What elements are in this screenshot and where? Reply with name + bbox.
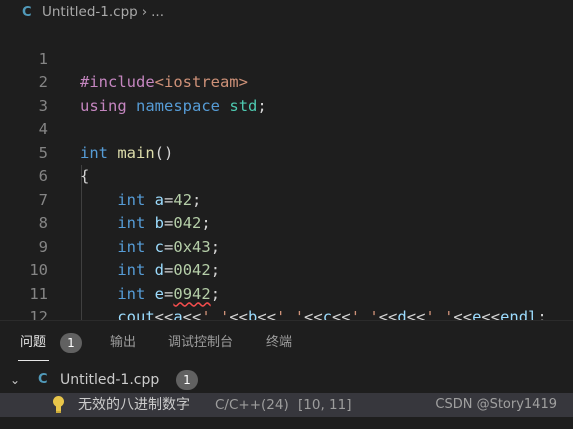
problems-count-badge: 1 (60, 333, 82, 353)
code-line: 10 int e=0942; (0, 236, 573, 303)
panel-tabs: 问题 1 输出 调试控制台 终端 (0, 321, 573, 365)
breadcrumb-file[interactable]: Untitled-1.cpp (42, 4, 138, 20)
code-line: 13 } (0, 306, 573, 320)
code-line: 2 using namespace std; (0, 48, 573, 115)
code-line: 5 { (0, 118, 573, 186)
code-line: 11 cout<<a<<' '<<b<<' '<<c<<' '<<d<<' '<… (0, 259, 573, 321)
tab-output[interactable]: 输出 (110, 333, 136, 353)
code-line: 9 int d=0042; (0, 212, 573, 280)
active-tab-indicator (18, 360, 49, 361)
tab-terminal[interactable]: 终端 (266, 333, 292, 353)
tab-output-label: 输出 (110, 335, 137, 350)
code-line: 1 #include<iostream> (0, 24, 573, 92)
problem-source: C/C++(24) (215, 397, 289, 413)
code-line: 12 return 0; (0, 283, 573, 320)
cpp-file-icon: C (22, 4, 32, 20)
breadcrumb-chevron-icon: › (141, 4, 148, 20)
code-line: 6 int a=42; (0, 142, 573, 209)
problem-position: [10, 11] (298, 397, 352, 413)
tab-debug-console[interactable]: 调试控制台 (168, 333, 233, 353)
problem-file-row[interactable]: ⌄ C Untitled-1.cpp 1 (0, 368, 573, 392)
chevron-down-icon[interactable]: ⌄ (10, 368, 20, 392)
breadcrumb-more[interactable]: ... (151, 4, 164, 20)
watermark: CSDN @Story1419 (435, 397, 557, 412)
tab-terminal-label: 终端 (266, 335, 293, 350)
code-line: 8 int c=0x43; (0, 189, 573, 256)
code-line: 4 int main() (0, 95, 573, 162)
cpp-file-icon: C (38, 372, 48, 387)
problem-message: 无效的八进制数字 (78, 397, 190, 413)
code-line: 7 int b=042; (0, 165, 573, 233)
breadcrumb: C Untitled-1.cpp › ... (0, 0, 573, 24)
tab-debug-console-label: 调试控制台 (168, 335, 234, 350)
tab-problems-label: 问题 (20, 335, 47, 350)
tab-problems[interactable]: 问题 (20, 333, 46, 353)
code-editor[interactable]: 1 #include<iostream> 2 using namespace s… (0, 24, 573, 320)
lightbulb-icon (52, 396, 64, 414)
code-line: 3 (0, 71, 573, 115)
bottom-panel: 问题 1 输出 调试控制台 终端 ⌄ C Untitled-1.cpp 1 无效… (0, 320, 573, 429)
problem-file-name: Untitled-1.cpp (60, 372, 160, 388)
file-problem-count-badge: 1 (176, 370, 198, 390)
